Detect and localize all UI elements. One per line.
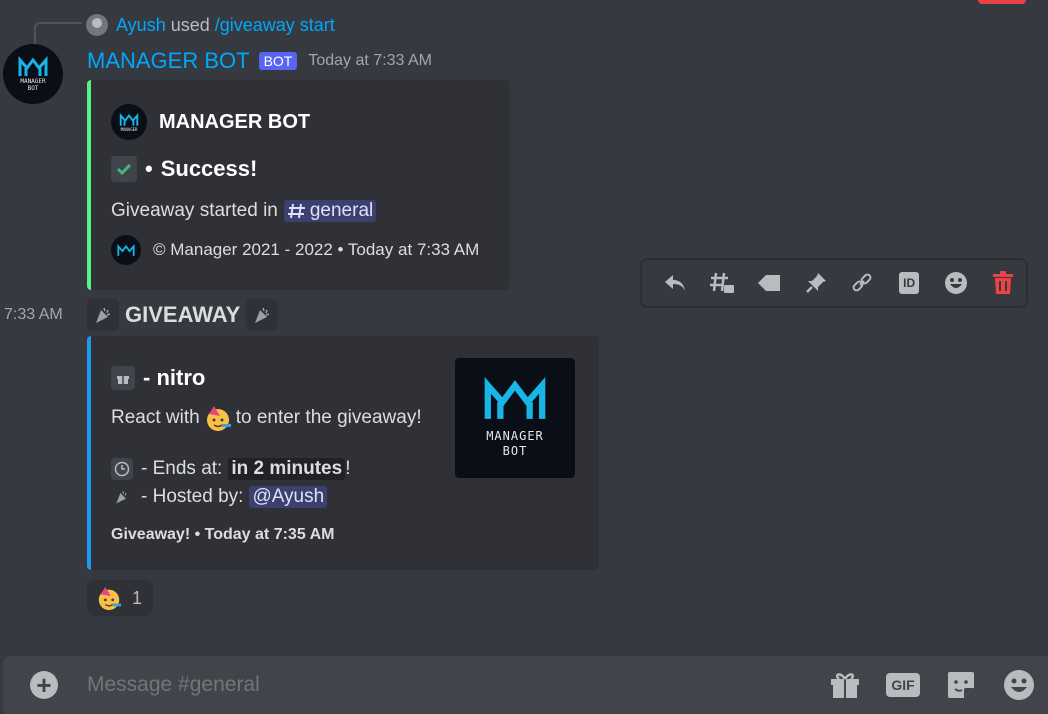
description-text: Giveaway started in	[111, 200, 278, 221]
reaction-button[interactable]: 1	[87, 580, 153, 616]
logo-text-1: MANAGER	[20, 77, 46, 85]
embed-title-text: Success!	[160, 156, 258, 181]
reaction-count: 1	[132, 587, 143, 608]
success-embed: MANAGER MANAGER BOT • Success! Giveaway …	[87, 80, 510, 290]
emoji-picker-icon[interactable]	[990, 669, 1048, 701]
message-composer: + GIF	[3, 656, 1048, 714]
clock-icon	[111, 458, 133, 480]
embed-title: • Success!	[111, 156, 257, 182]
footer-text: © Manager 2021 - 2022 • Today at 7:33 AM	[153, 240, 480, 259]
message-actions-toolbar: ID	[641, 259, 1027, 307]
embed-author: MANAGER MANAGER BOT	[111, 104, 310, 140]
react-prefix: React with	[111, 407, 200, 428]
hashtag-icon	[287, 203, 305, 219]
reply-command[interactable]: /giveaway start	[215, 15, 335, 36]
sticker-icon[interactable]	[932, 670, 990, 700]
manager-logo-icon	[484, 377, 546, 419]
logo-text-2: BOT	[502, 444, 528, 458]
reply-username[interactable]: Ayush	[116, 15, 166, 36]
reply-icon[interactable]	[652, 263, 699, 303]
logo-text-1: MANAGER	[120, 126, 138, 132]
logo-text-1: MANAGER	[486, 429, 544, 443]
giveaway-embed: - nitro React with to enter the giveaway…	[87, 336, 599, 570]
reply-avatar	[86, 14, 108, 36]
delete-icon[interactable]	[979, 263, 1026, 303]
check-icon	[111, 156, 137, 182]
embed-title: - nitro	[111, 365, 205, 391]
add-reaction-icon[interactable]	[933, 263, 980, 303]
react-instruction: React with to enter the giveaway!	[111, 404, 422, 432]
composer-actions: GIF	[816, 656, 1048, 714]
gif-icon[interactable]: GIF	[874, 673, 932, 697]
upload-plus-icon[interactable]: +	[30, 670, 58, 700]
hosted-line: - Hosted by: @Ayush	[111, 486, 328, 508]
embed-thumbnail[interactable]: MANAGER BOT	[455, 358, 575, 478]
message-content: GIVEAWAY	[87, 299, 279, 331]
manager-logo-icon	[119, 112, 139, 126]
ends-label: - Ends at:	[141, 458, 223, 479]
message-input[interactable]	[87, 673, 727, 697]
manager-logo-icon	[18, 55, 48, 76]
message-header: MANAGER BOT BOT Today at 7:33 AM	[87, 47, 432, 75]
copy-link-icon[interactable]	[839, 263, 886, 303]
logo-text-2: BOT	[27, 85, 39, 92]
ends-suffix: !	[345, 458, 351, 479]
timestamp[interactable]: Today at 7:33 AM	[308, 52, 432, 70]
footer-avatar	[111, 235, 141, 265]
reply-spine	[34, 22, 82, 44]
avatar[interactable]: MANAGER BOT	[3, 44, 63, 104]
copy-id-icon[interactable]: ID	[886, 263, 933, 303]
ends-line: - Ends at: in 2 minutes !	[111, 458, 350, 480]
tag-icon[interactable]	[746, 263, 793, 303]
chat-bottom-spacer	[0, 622, 1048, 656]
command-reference[interactable]: Ayush used /giveaway start	[86, 12, 335, 38]
embed-author-avatar: MANAGER	[111, 104, 147, 140]
id-label: ID	[899, 272, 920, 294]
confetti-icon	[87, 299, 119, 331]
host-mention[interactable]: @Ayush	[249, 486, 328, 508]
channel-mention[interactable]: general	[283, 200, 377, 222]
confetti-icon	[246, 299, 279, 331]
prize-text: - nitro	[143, 365, 206, 390]
channel-name: general	[309, 200, 374, 221]
bot-badge: BOT	[258, 52, 298, 70]
hosted-label: - Hosted by:	[141, 486, 244, 507]
confetti-icon	[111, 486, 133, 508]
embed-footer: Giveaway! • Today at 7:35 AM	[111, 526, 335, 543]
embed-author-name: MANAGER BOT	[159, 110, 311, 133]
message-time[interactable]: 7:33 AM	[4, 306, 63, 324]
partying-face-icon	[98, 586, 122, 611]
ends-value: in 2 minutes	[228, 458, 346, 480]
create-thread-icon[interactable]	[699, 263, 746, 303]
close-indicator	[978, 0, 1026, 4]
gif-label: GIF	[886, 673, 920, 697]
title-bullet: •	[145, 156, 153, 181]
embed-description: Giveaway started in general	[111, 200, 377, 222]
embed-footer: © Manager 2021 - 2022 • Today at 7:33 AM	[111, 235, 479, 265]
partying-face-icon	[206, 406, 231, 431]
pin-icon[interactable]	[792, 263, 839, 303]
gift-icon[interactable]	[816, 671, 874, 699]
reply-verb: used	[170, 14, 210, 35]
giveaway-text: GIVEAWAY	[125, 302, 241, 327]
manager-logo-icon	[117, 243, 135, 256]
author-name[interactable]: MANAGER BOT	[87, 48, 250, 74]
react-suffix: to enter the giveaway!	[235, 407, 422, 428]
gift-icon	[111, 366, 135, 390]
